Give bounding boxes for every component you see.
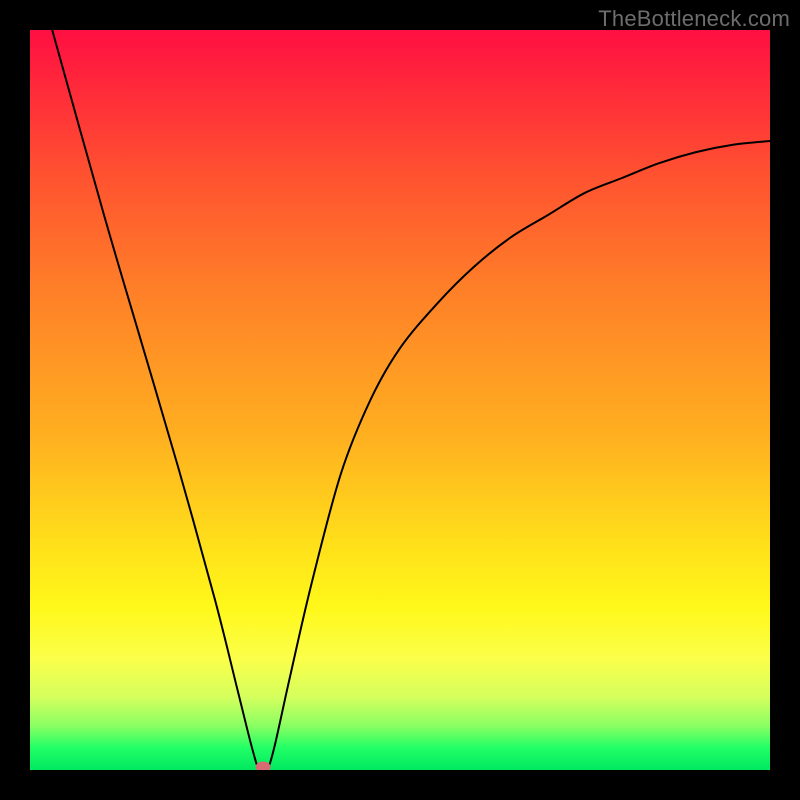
min-bottleneck-marker — [256, 762, 270, 770]
bottleneck-plot-svg — [30, 30, 770, 770]
plot-area — [30, 30, 770, 770]
bottleneck-curve — [52, 30, 770, 770]
watermark-text: TheBottleneck.com — [598, 6, 790, 32]
